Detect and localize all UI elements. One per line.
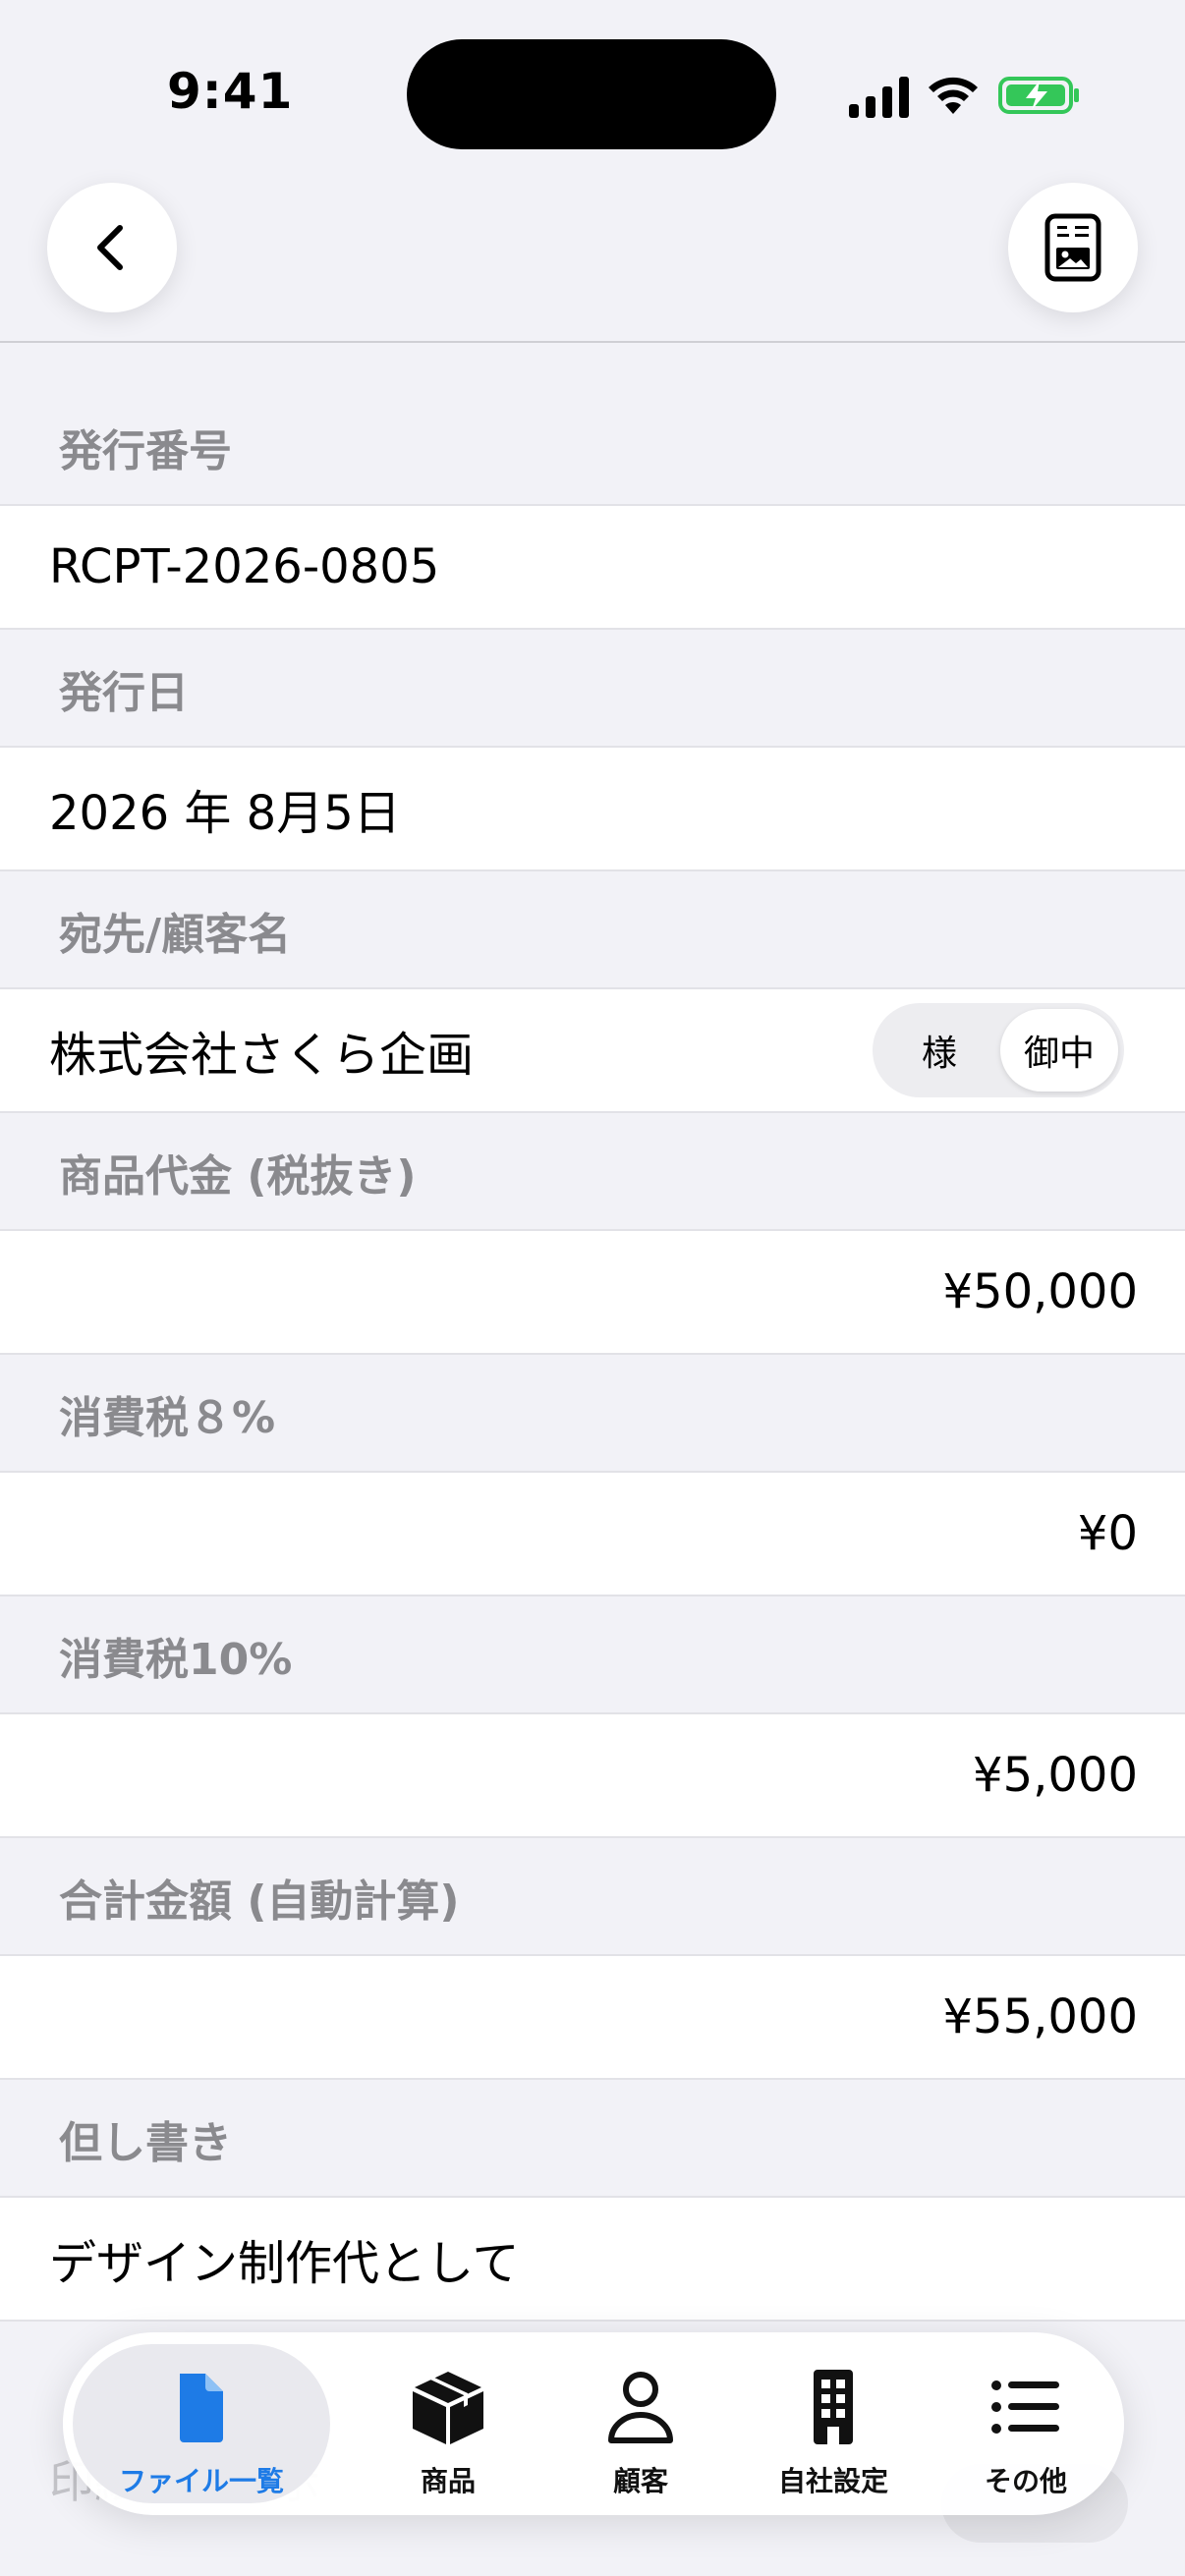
tab-label: 自社設定	[777, 2465, 888, 2497]
document-icon	[180, 2374, 223, 2442]
subtotal-field[interactable]: ¥50,000	[0, 1229, 1185, 1355]
status-time: 9:41	[167, 63, 294, 120]
tab-bar: ファイル一覧 商品 顧客 自社設定 その他	[63, 2332, 1124, 2515]
section-label: 消費税10%	[59, 1635, 293, 1685]
section-header-subtotal: 商品代金 (税抜き)	[0, 1113, 1185, 1229]
section-header-issue-number: 発行番号	[0, 343, 1185, 504]
honorific-option-onchu[interactable]: 御中	[1000, 1009, 1118, 1092]
chevron-left-icon	[97, 225, 123, 270]
field-value: ¥55,000	[942, 1989, 1139, 2044]
wifi-icon	[929, 77, 978, 114]
field-value: ¥5,000	[973, 1748, 1138, 1803]
tab-customers[interactable]: 顧客	[544, 2344, 737, 2503]
section-header-recipient: 宛先/顧客名	[0, 871, 1185, 987]
dynamic-island	[407, 39, 776, 149]
tab-company-settings[interactable]: 自社設定	[737, 2344, 930, 2503]
tab-label: 顧客	[612, 2465, 668, 2497]
field-value: 2026 年 8月5日	[49, 786, 401, 841]
section-label: 商品代金 (税抜き)	[59, 1151, 417, 1202]
honorific-segmented-control[interactable]: 様 御中	[873, 1003, 1124, 1097]
section-header-tax-10: 消費税10%	[0, 1596, 1185, 1712]
section-label: 消費税８%	[59, 1393, 276, 1443]
total-field: ¥55,000	[0, 1954, 1185, 2080]
honorific-option-sama[interactable]: 様	[880, 1009, 998, 1092]
box-icon	[413, 2372, 483, 2444]
memo-field[interactable]: デザイン制作代として	[0, 2196, 1185, 2322]
battery-charging-icon	[998, 77, 1079, 114]
section-header-issue-date: 発行日	[0, 630, 1185, 746]
section-label: 宛先/顧客名	[59, 910, 292, 960]
tab-label: その他	[984, 2465, 1067, 2497]
field-value: デザイン制作代として	[49, 2236, 520, 2291]
section-label: 発行番号	[59, 426, 232, 476]
person-icon	[608, 2372, 673, 2443]
back-button[interactable]	[47, 183, 177, 312]
field-value: 株式会社さくら企画	[49, 1028, 475, 1083]
issue-number-field[interactable]: RCPT-2026-0805	[0, 504, 1185, 630]
recipient-field[interactable]: 株式会社さくら企画 様 御中	[0, 987, 1185, 1113]
section-header-total: 合計金額 (自動計算)	[0, 1838, 1185, 1954]
tab-products[interactable]: 商品	[352, 2344, 544, 2503]
tax-8-field[interactable]: ¥0	[0, 1471, 1185, 1596]
status-bar: 9:41	[0, 0, 1185, 187]
section-label: 合計金額 (自動計算)	[59, 1876, 460, 1927]
contact-card-icon	[1044, 213, 1101, 282]
section-label: 発行日	[59, 668, 189, 718]
tab-file-list[interactable]: ファイル一覧	[73, 2344, 330, 2503]
issue-date-field[interactable]: 2026 年 8月5日	[0, 746, 1185, 871]
field-value: ¥50,000	[942, 1264, 1139, 1319]
list-icon	[991, 2380, 1059, 2434]
section-label: 但し書き	[59, 2118, 232, 2168]
tab-more[interactable]: その他	[930, 2344, 1122, 2503]
receipt-form: 発行番号 RCPT-2026-0805 発行日 2026 年 8月5日 宛先/顧…	[0, 343, 1185, 2322]
section-header-memo: 但し書き	[0, 2080, 1185, 2196]
field-value: ¥0	[1077, 1506, 1138, 1561]
tax-10-field[interactable]: ¥5,000	[0, 1712, 1185, 1838]
field-value: RCPT-2026-0805	[49, 539, 440, 594]
cellular-signal-icon	[849, 77, 909, 118]
preview-document-button[interactable]	[1008, 183, 1138, 312]
building-icon	[814, 2370, 853, 2444]
tab-label: ファイル一覧	[118, 2465, 284, 2497]
section-header-tax-8: 消費税８%	[0, 1355, 1185, 1471]
tab-label: 商品	[420, 2465, 476, 2497]
